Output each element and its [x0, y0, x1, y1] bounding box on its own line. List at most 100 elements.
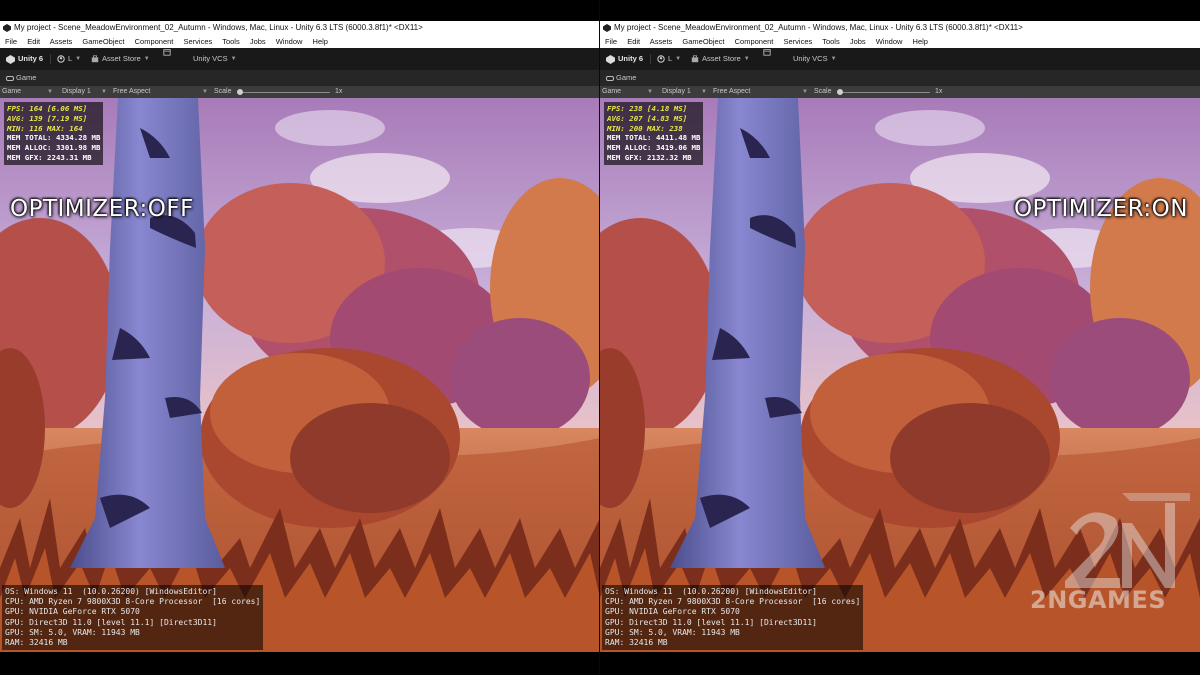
menu-file[interactable]: File [5, 37, 17, 46]
scale-value: 1x [335, 88, 343, 95]
asset-store-dropdown[interactable]: Asset Store ▼ [691, 48, 750, 70]
tab-label: Game [16, 73, 37, 82]
toolbar-divider [650, 54, 651, 64]
watermark-text: 2NGAMES [1030, 586, 1167, 614]
asset-store-label: Asset Store [702, 54, 741, 63]
gpu-api-info: GPU: Direct3D 11.0 [level 11.1] [Direct3… [605, 617, 817, 627]
unity-account-button[interactable]: Unity 6 [606, 48, 643, 70]
chevron-down-icon: ▼ [101, 89, 107, 95]
menu-help[interactable]: Help [913, 37, 928, 46]
menu-services[interactable]: Services [783, 37, 812, 46]
game-tab[interactable]: Game [600, 70, 1200, 86]
menu-gameobject[interactable]: GameObject [682, 37, 724, 46]
menu-file[interactable]: File [605, 37, 617, 46]
menu-edit[interactable]: Edit [627, 37, 640, 46]
game-viewport[interactable]: FPS: 238 [4.18 MS] AVG: 207 [4.83 MS] MIN:… [600, 98, 1200, 652]
account-dropdown[interactable]: L ▼ [657, 48, 681, 70]
main-toolbar: Unity 6 L ▼ Asset Store ▼ Unity VCS ▼ [600, 48, 1200, 70]
menu-component[interactable]: Component [135, 37, 174, 46]
menu-tools[interactable]: Tools [222, 37, 240, 46]
menu-jobs[interactable]: Jobs [250, 37, 266, 46]
avg-readout: AVG: 207 [4.83 MS] [607, 113, 688, 123]
menu-bar: File Edit Assets GameObject Component Se… [600, 35, 1200, 48]
gpu-sm-info: GPU: SM: 5.0, VRAM: 11943 MB [605, 627, 740, 637]
menu-tools[interactable]: Tools [822, 37, 840, 46]
ram-info: RAM: 32416 MB [5, 638, 68, 648]
chevron-down-icon: ▼ [75, 56, 82, 62]
minmax-readout: MIN: 116 MAX: 164 [7, 123, 83, 133]
menu-component[interactable]: Component [735, 37, 774, 46]
window-title: My project - Scene_MeadowEnvironment_02_… [14, 23, 423, 32]
user-icon [57, 55, 65, 63]
chevron-down-icon: ▼ [230, 56, 237, 62]
scale-value: 1x [935, 88, 943, 95]
menu-services[interactable]: Services [183, 37, 212, 46]
display-select[interactable]: Display 1 [662, 86, 691, 98]
menu-assets[interactable]: Assets [650, 37, 673, 46]
main-toolbar: Unity 6 L ▼ Asset Store ▼ Unity VCS ▼ [0, 48, 599, 70]
game-view-toolbar: Game ▼ Display 1 ▼ Free Aspect ▼ Scale 1… [0, 86, 599, 98]
account-label: L [668, 54, 673, 63]
game-mode-select[interactable]: Game [602, 86, 621, 98]
gpu-info: GPU: NVIDIA GeForce RTX 5070 [5, 607, 140, 617]
package-button[interactable] [163, 48, 171, 56]
chevron-down-icon: ▼ [675, 56, 682, 62]
menu-window[interactable]: Window [276, 37, 303, 46]
chevron-down-icon: ▼ [647, 89, 653, 95]
scene-render [0, 98, 599, 652]
menu-gameobject[interactable]: GameObject [82, 37, 124, 46]
vcs-dropdown[interactable]: Unity VCS ▼ [193, 48, 237, 70]
unity-icon [606, 54, 615, 64]
unity-account-button[interactable]: Unity 6 [6, 48, 43, 70]
gpu-sm-info: GPU: SM: 5.0, VRAM: 11943 MB [5, 627, 140, 637]
gamepad-icon [606, 75, 614, 81]
fps-readout: FPS: 164 [6.06 MS] [7, 104, 88, 113]
aspect-select[interactable]: Free Aspect [113, 86, 150, 98]
os-info: OS: Windows 11 (10.0.26200) [WindowsEdit… [605, 587, 817, 596]
account-dropdown[interactable]: L ▼ [57, 48, 81, 70]
menu-bar: File Edit Assets GameObject Component Se… [0, 35, 599, 48]
toolbar-divider [50, 54, 51, 64]
asset-store-label: Asset Store [102, 54, 141, 63]
vcs-dropdown[interactable]: Unity VCS ▼ [793, 48, 837, 70]
scale-slider-track[interactable] [240, 91, 330, 93]
minmax-readout: MIN: 200 MAX: 238 [607, 123, 683, 133]
chevron-down-icon: ▼ [143, 56, 150, 62]
game-viewport[interactable]: FPS: 164 [6.06 MS] AVG: 139 [7.19 MS] MIN:… [0, 98, 599, 652]
game-mode-select[interactable]: Game [2, 86, 21, 98]
fps-readout: FPS: 238 [4.18 MS] [607, 104, 688, 113]
left-editor-window: My project - Scene_MeadowEnvironment_02_… [0, 0, 599, 675]
gpu-api-info: GPU: Direct3D 11.0 [level 11.1] [Direct3… [5, 617, 217, 627]
chevron-down-icon: ▼ [47, 89, 53, 95]
game-view-toolbar: Game ▼ Display 1 ▼ Free Aspect ▼ Scale 1… [600, 86, 1200, 98]
mem-gfx-readout: MEM GFX: 2243.31 MB [7, 152, 92, 162]
package-button[interactable] [763, 48, 771, 56]
menu-window[interactable]: Window [876, 37, 903, 46]
mem-total-readout: MEM TOTAL: 4411.48 MB [607, 133, 701, 143]
gamepad-icon [6, 75, 14, 81]
aspect-select[interactable]: Free Aspect [713, 86, 750, 98]
title-bar: My project - Scene_MeadowEnvironment_02_… [0, 21, 599, 35]
scale-slider-handle[interactable] [237, 89, 243, 95]
chevron-down-icon: ▼ [802, 89, 808, 95]
window-title: My project - Scene_MeadowEnvironment_02_… [614, 23, 1023, 32]
asset-store-dropdown[interactable]: Asset Store ▼ [91, 48, 150, 70]
user-icon [657, 55, 665, 63]
vcs-label: Unity VCS [193, 54, 228, 63]
system-info-panel: OS: Windows 11 (10.0.26200) [WindowsEdit… [2, 585, 264, 651]
menu-jobs[interactable]: Jobs [850, 37, 866, 46]
game-tab[interactable]: Game [0, 70, 599, 86]
scale-label: Scale [814, 88, 832, 95]
menu-assets[interactable]: Assets [50, 37, 73, 46]
display-select[interactable]: Display 1 [62, 86, 91, 98]
unity-logo-icon [3, 24, 11, 32]
unity-version-label: Unity 6 [18, 54, 44, 63]
scale-slider-track[interactable] [840, 91, 930, 93]
menu-help[interactable]: Help [313, 37, 328, 46]
os-info: OS: Windows 11 (10.0.26200) [WindowsEdit… [5, 587, 217, 596]
chevron-down-icon: ▼ [743, 56, 750, 62]
scale-slider-handle[interactable] [837, 89, 843, 95]
tab-label: Game [616, 73, 637, 82]
menu-edit[interactable]: Edit [27, 37, 40, 46]
store-icon [91, 55, 99, 63]
